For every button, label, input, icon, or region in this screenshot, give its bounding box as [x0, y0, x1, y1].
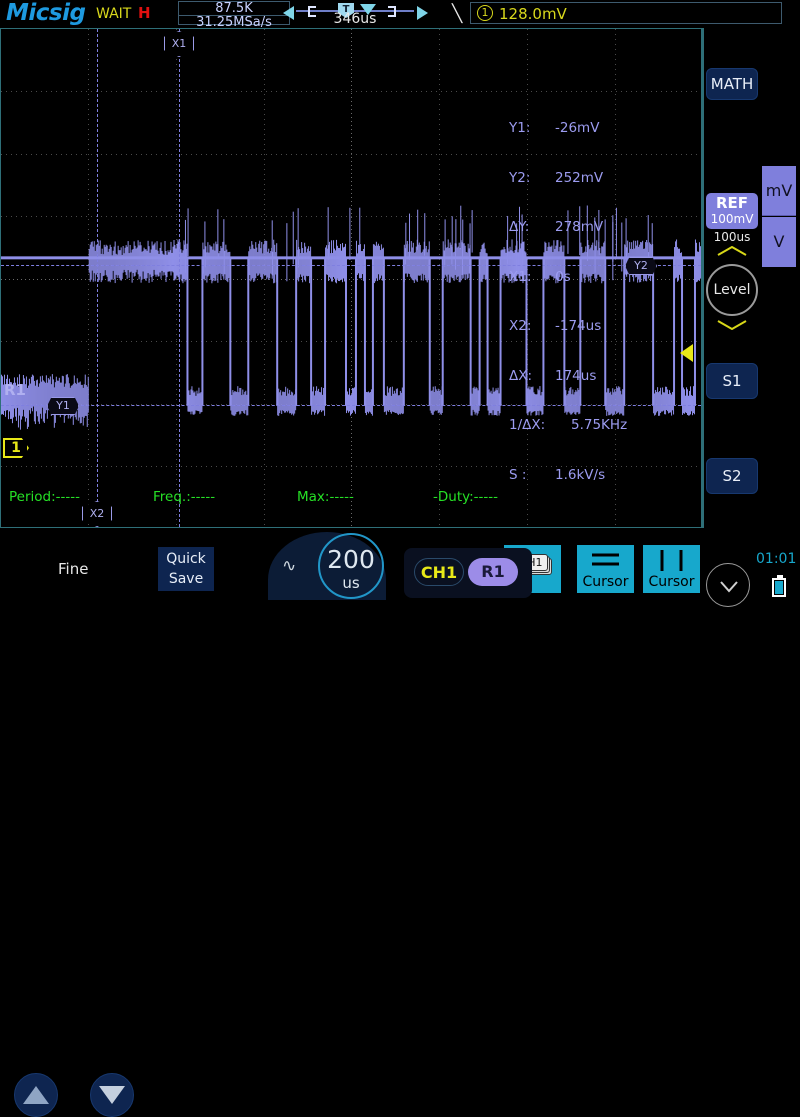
acquisition-status: WAIT [96, 6, 132, 22]
readout-row: 1/ΔX: 5.75KHz [509, 417, 627, 434]
ref-scale: 100mV [710, 212, 754, 226]
fine-adjust-label: Fine [58, 560, 89, 578]
readout-label: S : [509, 466, 527, 483]
readout-value: -26mV [555, 120, 600, 136]
readout-label: 1/ΔX: [509, 417, 546, 433]
readout-value: 252mV [555, 169, 604, 186]
falling-edge-icon: ╲ [452, 4, 463, 24]
quick-save-line2: Save [168, 571, 204, 587]
unit-v-button[interactable]: V [762, 217, 796, 267]
channel-ch1-button[interactable]: CH1 [414, 558, 464, 586]
quick-save-line1: Quick [166, 551, 206, 567]
cursor-readout-panel: Y1: -26mV Y2: 252mV ΔY: 278mV X1: 0s X2: -174… [509, 87, 627, 516]
readout-label: X2: [509, 318, 532, 334]
readout-row: X1: 0s [509, 269, 627, 286]
trigger-level-value: 128.0mV [499, 5, 567, 23]
unit-mv-button[interactable]: mV [762, 166, 796, 216]
sample-rate-value: 31.25MSa/s [196, 15, 272, 30]
readout-label: Y2: [509, 169, 531, 186]
scroll-left-icon[interactable] [283, 6, 294, 20]
readout-value: 5.75KHz [571, 417, 628, 433]
s1-button[interactable]: S1 [706, 363, 758, 399]
cursor-y1-marker[interactable]: Y1 [47, 397, 79, 415]
measurement-neg-duty[interactable]: -Duty:----- [433, 489, 498, 505]
arc-up-icon [717, 246, 747, 256]
ref-timebase: 100us [713, 230, 751, 244]
cursor-v-label: Cursor [648, 574, 695, 590]
readout-value: -174us [555, 318, 602, 334]
trigger-level-knob[interactable]: Level [706, 264, 758, 316]
triangle-up-icon [23, 1086, 49, 1104]
cursor-horizontal-button[interactable]: Cursor [577, 545, 634, 593]
readout-label: ΔY: [509, 219, 530, 235]
cursor-x1-line[interactable] [179, 29, 180, 527]
cursor-y2-marker[interactable]: Y2 [625, 257, 657, 275]
triangle-down-icon [99, 1086, 125, 1104]
readout-label: Y1: [509, 120, 531, 136]
timebase-knob[interactable]: 200 us [318, 533, 384, 599]
memory-depth-value: 87.5K [215, 1, 253, 16]
readout-value: 174us [555, 367, 597, 384]
timebase-value: 200 [327, 545, 375, 574]
trigger-level-arrow-icon[interactable] [680, 344, 693, 362]
cursor-x2-line[interactable] [97, 29, 98, 527]
cursor-h-label: Cursor [582, 574, 629, 590]
memory-depth-panel[interactable]: 87.5K 31.25MSa/s [178, 1, 290, 30]
readout-row: X2: -174us [509, 318, 627, 335]
readout-value: 278mV [555, 219, 604, 235]
bottom-control-bar: Fine Quick Save ∿ 200 us CH1 CH1 R1 [0, 528, 800, 1117]
quick-save-button[interactable]: Quick Save [158, 547, 214, 591]
sine-wave-icon: ∿ [282, 556, 297, 576]
top-status-bar: Micsig WAIT H 87.5K 31.25MSa/s T 346us ╲… [0, 0, 800, 30]
horizontal-position-value: 346us [333, 11, 377, 27]
trigger-channel-badge: 1 [477, 5, 493, 21]
timebase-unit: us [342, 574, 360, 592]
channel-r1-button[interactable]: R1 [468, 558, 518, 586]
battery-icon [772, 575, 786, 597]
measurement-max[interactable]: Max:----- [297, 489, 354, 505]
vertical-lines-icon [660, 550, 683, 571]
readout-row: Y2: 252mV [509, 170, 627, 187]
right-sidebar: MATH mV V REF 100mV 100us Level S1 S2 [702, 28, 800, 528]
increase-button[interactable] [14, 1073, 58, 1117]
readout-row: Y1: -26mV [509, 120, 627, 137]
readout-row: S : 1.6kV/s [509, 467, 627, 484]
decrease-button[interactable] [90, 1073, 134, 1117]
waveform-display[interactable]: X1 X2 Y1 Y2 Y1: -26mV Y2: 252mV ΔY: 278mV X… [0, 28, 702, 528]
readout-label: ΔX: [509, 367, 533, 384]
reference-channel-label: R1 [4, 381, 26, 399]
readout-value: 1.6kV/s [555, 466, 606, 483]
sidebar-divider [702, 28, 704, 528]
s2-button[interactable]: S2 [706, 458, 758, 494]
ref-button[interactable]: REF 100mV [706, 193, 758, 229]
trigger-level-panel[interactable]: 1 128.0mV [470, 2, 782, 24]
math-button[interactable]: MATH [706, 68, 758, 100]
brand-logo: Micsig [6, 0, 86, 26]
trigger-mode-indicator: H [138, 4, 151, 22]
expand-menu-button[interactable] [706, 563, 750, 607]
clock-display: 01:01 [756, 551, 797, 567]
measurement-frequency[interactable]: Freq.:----- [153, 489, 215, 505]
readout-row: ΔY: 278mV [509, 219, 627, 236]
ref-label: REF [715, 194, 749, 212]
chevron-down-icon [720, 581, 738, 593]
arc-down-icon [717, 320, 747, 330]
measurement-period[interactable]: Period:----- [9, 489, 80, 505]
measurement-bar: Period:----- Freq.:----- Max:----- -Duty… [1, 489, 703, 509]
readout-value: 0s [555, 268, 571, 285]
readout-label: X1: [509, 268, 532, 285]
cursor-vertical-button[interactable]: Cursor [643, 545, 700, 593]
readout-row: ΔX: 174us [509, 368, 627, 385]
channel-selector-panel: CH1 R1 [404, 548, 532, 598]
horizontal-lines-icon [592, 553, 619, 566]
scroll-right-icon[interactable] [417, 6, 428, 20]
